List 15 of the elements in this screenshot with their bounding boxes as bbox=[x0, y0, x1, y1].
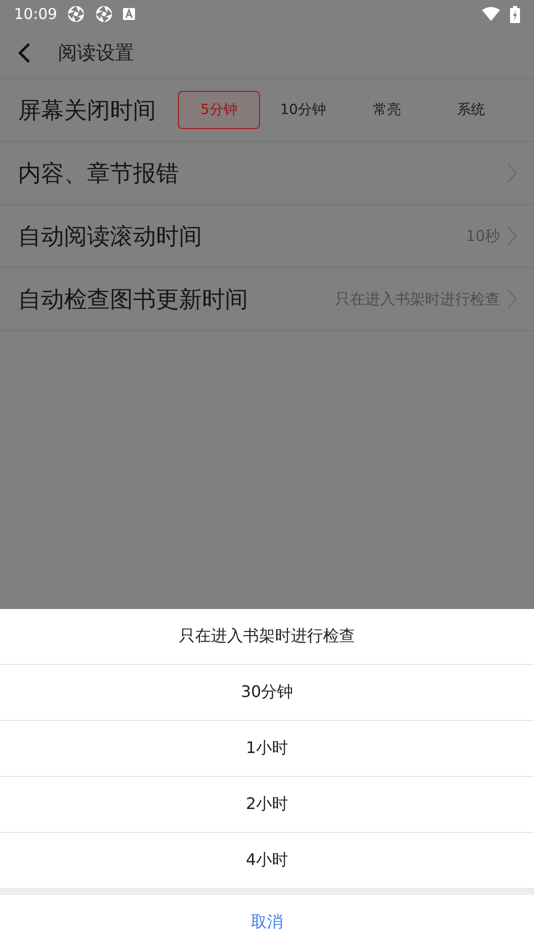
page-title: 阅读设置 bbox=[58, 41, 134, 66]
option-button[interactable]: 常亮 bbox=[346, 91, 428, 129]
option-button[interactable]: 10分钟 bbox=[262, 91, 344, 129]
option-button[interactable]: 系统 bbox=[430, 91, 512, 129]
setting-label: 内容、章节报错 bbox=[18, 160, 179, 188]
setting-label: 屏幕关闭时间 bbox=[18, 96, 156, 126]
battery-icon bbox=[510, 6, 520, 22]
setting-label: 自动阅读滚动时间 bbox=[18, 222, 202, 252]
aperture-icon bbox=[95, 5, 114, 23]
clock: 10:09 bbox=[14, 5, 58, 23]
back-icon[interactable] bbox=[16, 42, 32, 64]
app-icon bbox=[123, 8, 136, 20]
setting-label: 自动检查图书更新时间 bbox=[18, 286, 248, 314]
aperture-icon bbox=[67, 5, 86, 23]
wifi-icon bbox=[482, 7, 500, 21]
